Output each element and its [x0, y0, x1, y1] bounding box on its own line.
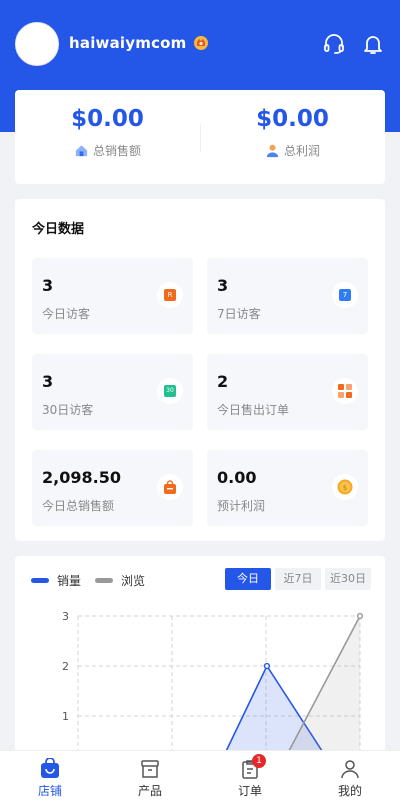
y-tick-label: 2 — [62, 660, 69, 673]
stat-estimated-profit[interactable]: 0.00 预计利润 $ — [207, 450, 368, 526]
shopping-bag-icon — [157, 474, 183, 500]
total-profit[interactable]: $0.00 总利润 — [200, 90, 385, 184]
stat-today-sales[interactable]: 2,098.50 今日总销售额 — [32, 450, 193, 526]
stat-30d-visitors[interactable]: 3 30日访客 30 — [32, 354, 193, 430]
person-profit-icon — [266, 144, 279, 158]
range-tabs: 今日 近7日 近30日 — [225, 568, 371, 590]
y-tick-label: 3 — [62, 610, 69, 623]
legend-views[interactable]: 浏览 — [95, 572, 145, 589]
vip-badge-icon — [193, 36, 208, 50]
tab-today[interactable]: 今日 — [225, 568, 271, 590]
line-chart: 1 2 3 — [62, 610, 364, 766]
tab-mine[interactable]: 我的 — [300, 751, 400, 800]
stat-orders-sold[interactable]: 2 今日售出订单 — [207, 354, 368, 430]
summary-card: $0.00 总销售额 $0.00 总利润 — [15, 90, 385, 184]
bottom-tabbar: 店铺 产品 1 订单 我的 — [0, 750, 400, 800]
today-data-card: 今日数据 3 今日访客 R 3 7日访客 7 3 30日访客 30 2 今日售出… — [15, 199, 385, 541]
headset-icon[interactable] — [322, 32, 346, 56]
tab-orders[interactable]: 1 订单 — [200, 751, 300, 800]
tab-30days[interactable]: 近30日 — [325, 568, 371, 590]
bell-icon[interactable] — [361, 32, 385, 56]
stat-today-visitors[interactable]: 3 今日访客 R — [32, 258, 193, 334]
data-point — [263, 662, 271, 670]
y-tick-label: 1 — [62, 710, 69, 723]
legend-sales[interactable]: 销量 — [31, 572, 81, 589]
chart-legend: 销量 浏览 — [31, 572, 145, 589]
visitor-30d-icon: 30 — [157, 378, 183, 404]
legend-swatch — [95, 578, 114, 583]
user-icon — [341, 760, 359, 779]
store-icon — [41, 758, 59, 778]
today-data-title: 今日数据 — [32, 222, 85, 237]
product-box-icon — [141, 760, 159, 778]
tab-7days[interactable]: 近7日 — [275, 568, 321, 590]
house-sales-icon — [75, 145, 88, 157]
store-name: haiwaiymcom — [69, 34, 209, 52]
visitor-today-icon: R — [157, 282, 183, 308]
tab-products[interactable]: 产品 — [100, 751, 200, 800]
legend-swatch — [31, 578, 49, 583]
order-count-badge: 1 — [252, 754, 266, 768]
visitor-7d-icon: 7 — [332, 282, 358, 308]
series-area — [78, 616, 360, 766]
svg-text:$: $ — [343, 484, 347, 492]
total-profit-amount: $0.00 — [256, 106, 329, 132]
avatar[interactable] — [15, 22, 59, 66]
orders-sold-icon — [332, 378, 358, 404]
tab-store[interactable]: 店铺 — [0, 751, 100, 800]
total-sales-amount: $0.00 — [71, 106, 144, 132]
data-point — [356, 612, 364, 620]
stat-7d-visitors[interactable]: 3 7日访客 7 — [207, 258, 368, 334]
coin-icon: $ — [332, 474, 358, 500]
total-sales[interactable]: $0.00 总销售额 — [15, 90, 200, 184]
